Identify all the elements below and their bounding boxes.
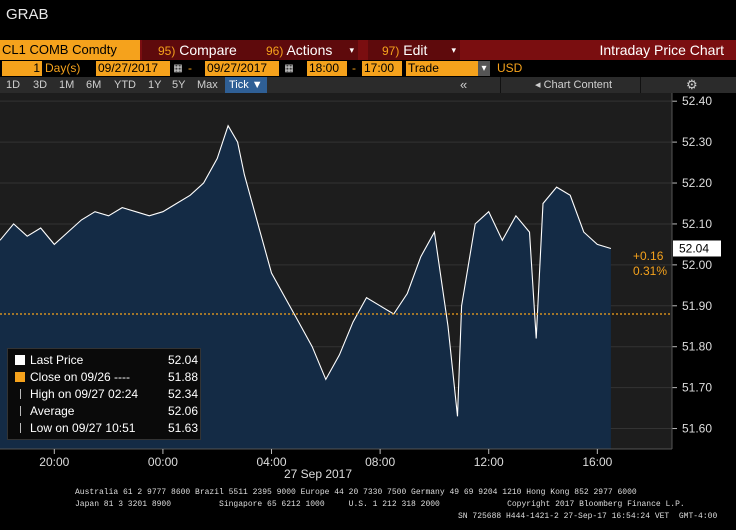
command-bar: CL1 COMB Comdty 95) Compare 96) Actions … [0,40,736,60]
actions-caret-icon: ▾ [349,45,354,55]
legend-swatch [20,423,21,433]
legend-label: Low on 09/27 10:51 [30,421,136,435]
legend-row[interactable]: Last Price 52.04 [8,353,202,368]
y-tick-label: 52.00 [682,258,712,272]
last-price-label: 52.04 [679,241,709,255]
legend-swatch [15,355,25,365]
y-tick-label: 51.60 [682,422,712,436]
period-5y[interactable]: 5Y [172,77,185,93]
days-label: Day(s) [45,61,81,75]
legend-label: Close on 09/26 ---- [30,370,131,384]
change-percent: 0.31% [633,264,667,278]
chart-content-label: Chart Content [543,79,613,91]
actions-label: Actions [286,42,333,58]
legend-label: High on 09/27 02:24 [30,387,139,401]
legend-value: 52.34 [168,387,199,401]
y-tick-label: 52.20 [682,176,712,190]
legend-swatch [20,389,21,399]
edit-label: Edit [403,42,428,58]
chart-content-arrow-icon: ◂ [535,79,544,91]
footer-serial: SN 725688 H444-1421-2 27-Sep-17 16:54:24… [458,512,718,521]
y-tick-label: 52.30 [682,135,712,149]
collapse-icon[interactable]: « [460,77,467,93]
window-title: Intraday Price Chart [599,42,725,58]
period-1d[interactable]: 1D [6,77,20,93]
legend-row[interactable]: Close on 09/26 ---- 51.88 [8,370,202,385]
period-3d[interactable]: 3D [33,77,47,93]
legend-value: 51.63 [168,421,199,435]
ticker-field[interactable]: CL1 COMB Comdty [0,40,140,60]
edit-caret-icon: ▾ [451,45,456,55]
currency-label[interactable]: USD [497,61,522,76]
legend-value: 51.88 [168,370,199,384]
y-tick-label: 52.10 [682,217,712,231]
y-tick-label: 52.40 [682,94,712,108]
compare-number: 95) [158,44,176,58]
grab-label: GRAB [6,6,49,23]
event-dropdown-icon[interactable]: ▾ [478,61,490,76]
x-tick-label: 12:00 [474,455,504,469]
compare-menu[interactable]: 95) Compare [142,40,254,60]
legend-row[interactable]: Average 52.06 [8,404,202,419]
chart-legend[interactable]: Last Price 52.04 Close on 09/26 ---- 51.88 H… [7,348,201,440]
legend-swatch [15,372,25,382]
period-max[interactable]: Max [197,77,218,93]
actions-number: 96) [266,44,284,58]
event-select[interactable]: Trade [406,61,478,76]
x-date-label: 27 Sep 2017 [284,467,352,481]
period-1m[interactable]: 1M [59,77,74,93]
compare-label: Compare [179,42,237,58]
end-date-input[interactable]: 09/27/2017 [205,61,279,76]
days-input[interactable]: 1 [2,61,42,76]
gear-icon[interactable]: ⚙ [686,77,698,93]
x-tick-label: 08:00 [365,455,395,469]
edit-menu[interactable]: 97) Edit ▾ [368,40,460,60]
legend-value: 52.06 [168,404,199,418]
start-date-input[interactable]: 09/27/2017 [96,61,170,76]
legend-row[interactable]: High on 09/27 02:24 52.34 [8,387,202,402]
y-tick-label: 51.80 [682,340,712,354]
legend-label: Average [30,404,75,418]
legend-value: 52.04 [168,353,199,367]
tick-selector[interactable]: Tick ▼ [225,77,267,93]
x-tick-label: 16:00 [582,455,612,469]
y-tick-label: 51.90 [682,299,712,313]
start-time-input[interactable]: 18:00 [307,61,347,76]
footer-contacts: Australia 61 2 9777 8600 Brazil 5511 239… [75,488,637,497]
chart-content-button[interactable]: ◂ Chart Content [535,77,612,93]
start-calendar-icon[interactable]: ▦ [172,61,184,76]
end-calendar-icon[interactable]: ▦ [283,61,295,76]
x-tick-label: 20:00 [39,455,69,469]
legend-swatch [20,406,21,416]
time-dash: - [352,61,356,75]
parameter-bar: 1 Day(s) 09/27/2017 ▦ - 09/27/2017 ▦ 18:… [0,60,736,77]
legend-row[interactable]: Low on 09/27 10:51 51.63 [8,421,202,436]
date-dash: - [188,61,192,75]
end-time-input[interactable]: 17:00 [362,61,402,76]
edit-number: 97) [382,44,400,58]
period-ytd[interactable]: YTD [114,77,136,93]
x-tick-label: 04:00 [256,455,286,469]
period-1y[interactable]: 1Y [148,77,161,93]
chart-toolbar: 1D 3D 1M 6M YTD 1Y 5Y Max Tick ▼ « ◂ Chart Cont… [0,77,736,93]
x-tick-label: 00:00 [148,455,178,469]
actions-menu[interactable]: 96) Actions ▾ [254,40,358,60]
footer: Australia 61 2 9777 8600 Brazil 5511 239… [0,485,736,530]
legend-label: Last Price [30,353,84,367]
grab-header: GRAB [0,0,736,40]
period-6m[interactable]: 6M [86,77,101,93]
footer-contacts-2: Japan 81 3 3201 8900 Singapore 65 6212 1… [75,500,685,509]
y-tick-label: 51.70 [682,381,712,395]
change-absolute: +0.16 [633,249,664,263]
